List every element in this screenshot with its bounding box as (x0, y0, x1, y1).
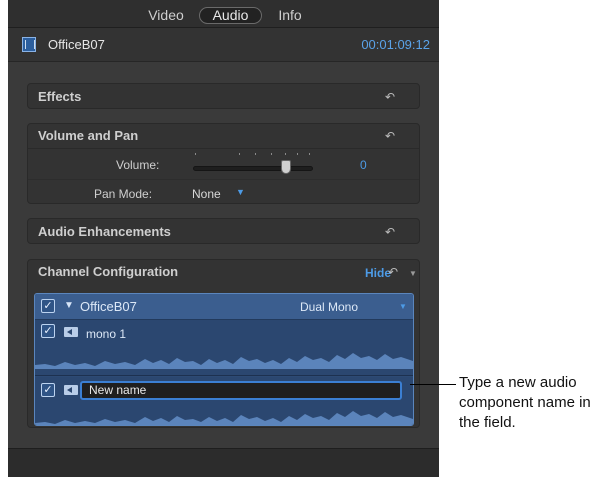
pan-mode-value[interactable]: None (192, 187, 221, 201)
channel-mode-dropdown-icon[interactable]: ▼ (399, 302, 407, 311)
disclosure-triangle-icon[interactable]: ▼ (64, 300, 74, 311)
effects-title: Effects (38, 89, 82, 104)
channel-mode-value[interactable]: Dual Mono (300, 300, 358, 314)
clip-header: OfficeB07 00:01:09:12 (8, 28, 439, 62)
reset-icon[interactable]: ↶ (383, 225, 397, 239)
section-divider (28, 148, 419, 149)
volume-label: Volume: (116, 158, 160, 172)
row-divider (28, 179, 419, 180)
callout-line (410, 384, 456, 385)
channel-configuration-section: Channel Configuration Hide ↶ ▼ ✓ ▼ Offic… (27, 259, 420, 428)
channel-list: ✓ ▼ OfficeB07 Dual Mono ▼ ✓ mono 1 ✓ New… (34, 293, 414, 426)
audio-enhancements-title: Audio Enhancements (38, 224, 171, 239)
volume-slider-ticks (193, 153, 313, 159)
component-name-field[interactable]: New name (80, 381, 402, 400)
volume-slider-knob[interactable] (281, 160, 291, 174)
checkbox-icon[interactable]: ✓ (41, 299, 55, 313)
reset-icon[interactable]: ↶ (383, 90, 397, 104)
volume-slider[interactable] (193, 166, 313, 171)
component-name: mono 1 (86, 327, 127, 341)
waveform (35, 411, 413, 425)
parent-clip-name: OfficeB07 (80, 299, 137, 314)
channel-configuration-title: Channel Configuration (38, 264, 179, 279)
film-clip-icon (22, 37, 36, 52)
volume-pan-section: Volume and Pan ↶ Volume: 0 Pan Mode: Non… (27, 123, 420, 204)
speaker-icon (64, 327, 78, 337)
audio-inspector: Video Audio Info OfficeB07 00:01:09:12 E… (8, 0, 439, 477)
chevron-down-icon[interactable]: ▼ (409, 269, 417, 278)
reset-icon[interactable]: ↶ (386, 265, 400, 279)
checkbox-icon[interactable]: ✓ (41, 383, 55, 397)
audio-component-row[interactable]: ✓ New name (35, 377, 413, 425)
audio-enhancements-section: Audio Enhancements ↶ (27, 218, 420, 244)
audio-component-row[interactable]: ✓ mono 1 (35, 320, 413, 376)
callout-text: Type a new audio component name in the f… (459, 374, 591, 431)
clip-name: OfficeB07 (48, 37, 105, 52)
inspector-tab-bar: Video Audio Info (8, 0, 439, 28)
volume-pan-title: Volume and Pan (38, 128, 139, 143)
tab-video[interactable]: Video (138, 7, 194, 24)
pan-mode-dropdown-icon[interactable]: ▼ (236, 187, 245, 197)
volume-value[interactable]: 0 (360, 158, 367, 172)
checkbox-icon[interactable]: ✓ (41, 324, 55, 338)
tab-audio[interactable]: Audio (199, 7, 262, 24)
tab-info[interactable]: Info (270, 7, 310, 24)
inspector-bottom-bar (8, 448, 439, 477)
reset-icon[interactable]: ↶ (383, 129, 397, 143)
waveform (35, 353, 413, 369)
speaker-icon (64, 385, 78, 395)
clip-timecode: 00:01:09:12 (361, 37, 430, 52)
pan-mode-label: Pan Mode: (94, 187, 153, 201)
channel-parent-row[interactable]: ✓ ▼ OfficeB07 Dual Mono ▼ (35, 294, 413, 320)
effects-section: Effects ↶ (27, 83, 420, 109)
